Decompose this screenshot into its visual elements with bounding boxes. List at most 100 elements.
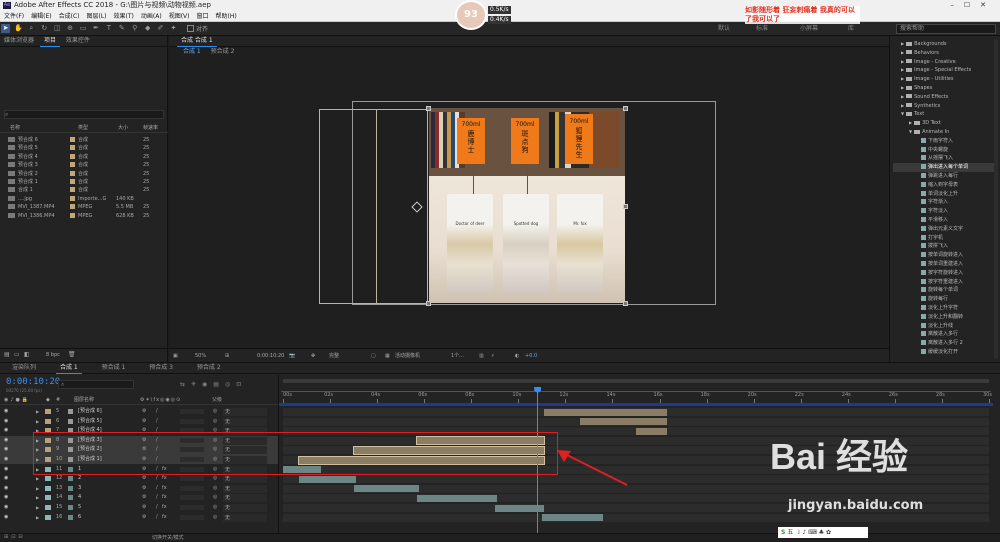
project-item[interactable]: MVI_1386.MP4 MPEG 628 KB 25: [4, 212, 164, 220]
switch-boxes[interactable]: [180, 505, 204, 510]
effects-folder[interactable]: ▶ Backgrounds: [893, 40, 947, 49]
toggle-pixel-icon[interactable]: ▥: [479, 349, 484, 363]
project-item[interactable]: 合成 1 合成 25: [4, 186, 164, 194]
new-comp-icon[interactable]: ◧: [24, 351, 30, 358]
parent-pickwhip-icon[interactable]: ◎: [213, 474, 217, 483]
magnify-icon[interactable]: ▣: [173, 349, 178, 363]
parent-dropdown[interactable]: 无: [223, 417, 267, 426]
parent-dropdown[interactable]: 无: [223, 513, 267, 522]
transform-handle-br[interactable]: [623, 301, 628, 306]
effect-preset-item[interactable]: 弹出元素义文字: [893, 225, 963, 234]
shy-switch-icon[interactable]: ⚙: [142, 493, 146, 502]
effect-preset-item[interactable]: 离散进入多行: [893, 330, 958, 339]
effect-preset-item[interactable]: 弹跳进入每行: [893, 172, 958, 181]
effect-preset-item[interactable]: 字符淡入: [893, 207, 948, 216]
visibility-eye-icon[interactable]: ◉: [4, 436, 8, 445]
switch-boxes[interactable]: [180, 476, 204, 482]
effects-folder[interactable]: ▶ 3D Text: [893, 119, 941, 128]
layer-name[interactable]: 6: [78, 513, 81, 522]
effect-preset-item[interactable]: 离散进入多行 2: [893, 339, 963, 348]
quality-switch-icon[interactable]: /: [156, 417, 158, 426]
quality-switch-icon[interactable]: /: [156, 474, 158, 483]
puppet-pin-tool-icon[interactable]: ✦: [169, 24, 178, 33]
toggle-switches-modes[interactable]: 切换开关/模式: [152, 534, 184, 542]
exposure-value[interactable]: +0.0: [525, 349, 537, 363]
disclosure-arrow-icon[interactable]: ▶: [901, 59, 904, 64]
rectangle-tool-icon[interactable]: ▭: [79, 24, 88, 33]
expand-triangle-icon[interactable]: ▶: [36, 407, 39, 416]
effect-preset-item[interactable]: 旋转每个单词: [893, 286, 958, 295]
label-color-swatch[interactable]: [70, 179, 75, 184]
timeline-search-input[interactable]: ⌕: [58, 380, 134, 389]
ime-toolbar[interactable]: S 五 ☽ ♪ ⌨ ♣ ✿: [778, 527, 868, 538]
color-channel-icon[interactable]: ✤: [311, 349, 315, 363]
expand-triangle-icon[interactable]: ▶: [36, 493, 39, 502]
effects-folder[interactable]: ▶ Image - Creative: [893, 58, 956, 67]
layer-name[interactable]: 2: [78, 474, 81, 483]
effects-scrollbar[interactable]: [994, 40, 998, 358]
transform-handle-tl[interactable]: [426, 106, 431, 111]
effect-preset-item[interactable]: 淡化上升和翻转: [893, 313, 963, 322]
layer-duration-bar[interactable]: [417, 494, 498, 502]
tab-timeline-precomp3[interactable]: 预合成 3: [145, 363, 177, 373]
effect-preset-item[interactable]: 淡化上升线: [893, 322, 953, 331]
visibility-eye-icon[interactable]: ◉: [4, 503, 8, 512]
label-color-swatch[interactable]: [70, 137, 75, 142]
effect-preset-item[interactable]: 拨拼飞入: [893, 242, 948, 251]
layer-row[interactable]: ◉ ▶ 12 2 ⚙ / fx ◎ 无: [0, 474, 278, 484]
shy-switch-icon[interactable]: ⚙: [142, 407, 146, 416]
effect-preset-item[interactable]: 平滑移入: [893, 216, 948, 225]
disclosure-arrow-icon[interactable]: ▼: [909, 129, 912, 134]
clone-stamp-tool-icon[interactable]: ⚲: [130, 24, 139, 33]
parent-dropdown[interactable]: 无: [223, 408, 267, 416]
disclosure-arrow-icon[interactable]: ▶: [901, 41, 904, 46]
shy-switch-icon[interactable]: ⚙: [142, 503, 146, 512]
shy-switch-icon[interactable]: ⚙: [142, 513, 146, 522]
quality-switch-icon[interactable]: /: [156, 503, 158, 512]
workspace-standard[interactable]: 标准: [756, 24, 768, 33]
expand-triangle-icon[interactable]: ▶: [36, 474, 39, 483]
effects-folder[interactable]: ▶ Shapes: [893, 84, 932, 93]
effect-preset-item[interactable]: 中央螺旋: [893, 146, 948, 155]
switch-boxes[interactable]: [180, 409, 204, 414]
effects-folder[interactable]: ▼ Animate In: [893, 128, 949, 137]
layer-label-color[interactable]: [45, 476, 51, 482]
tab-render-queue[interactable]: 渲染队列: [8, 363, 40, 373]
menu-item-2[interactable]: 合成(C): [59, 13, 80, 20]
menu-item-0[interactable]: 文件(F): [4, 13, 24, 20]
shy-switch-icon[interactable]: ⚙: [142, 474, 146, 483]
layer-duration-bar[interactable]: [579, 418, 667, 426]
effect-switch-icon[interactable]: fx: [162, 484, 167, 493]
hand-tool-icon[interactable]: ✋: [14, 24, 23, 33]
roto-brush-tool-icon[interactable]: ✐: [156, 24, 165, 33]
effect-preset-item[interactable]: 按字符重建进入: [893, 278, 963, 287]
col-size[interactable]: 大小: [118, 124, 128, 133]
parent-pickwhip-icon[interactable]: ◎: [213, 513, 217, 522]
menu-item-7[interactable]: 窗口: [196, 13, 208, 20]
transform-handle-bl[interactable]: [426, 301, 431, 306]
layer-name[interactable]: [预合成 6]: [78, 407, 102, 416]
transparency-grid-icon[interactable]: ▦: [385, 349, 390, 363]
work-area-bar[interactable]: [279, 403, 993, 406]
layer-name[interactable]: 4: [78, 493, 81, 502]
layer-row[interactable]: ◉ ▶ 13 3 ⚙ / fx ◎ 无: [0, 484, 278, 493]
menu-item-6[interactable]: 视图(V): [169, 13, 190, 20]
effect-preset-item[interactable]: 按字符旋转进入: [893, 269, 963, 278]
effect-preset-item[interactable]: 弹出进入每个单词: [893, 163, 997, 172]
view-layout-dropdown[interactable]: 1个...: [451, 349, 464, 363]
disclosure-arrow-icon[interactable]: ▶: [909, 120, 912, 125]
parent-dropdown[interactable]: 无: [223, 504, 267, 512]
layer-row[interactable]: ◉ ▶ 14 4 ⚙ / fx ◎ 无: [0, 493, 278, 503]
visibility-eye-icon[interactable]: ◉: [4, 455, 8, 464]
tab-composition[interactable]: 合成 合成 1: [177, 36, 217, 47]
parent-pickwhip-icon[interactable]: ◎: [213, 503, 217, 512]
layer-label-color[interactable]: [45, 495, 51, 501]
parent-dropdown[interactable]: 无: [223, 484, 267, 493]
effect-switch-icon[interactable]: fx: [162, 474, 167, 483]
menu-item-8[interactable]: 帮助(H): [216, 13, 237, 20]
visibility-eye-icon[interactable]: ◉: [4, 407, 8, 416]
disclosure-arrow-icon[interactable]: ▶: [901, 76, 904, 81]
col-parent[interactable]: 父级: [212, 396, 222, 405]
project-item[interactable]: 预合成 4 合成 25: [4, 153, 164, 161]
eraser-tool-icon[interactable]: ◆: [143, 24, 152, 33]
